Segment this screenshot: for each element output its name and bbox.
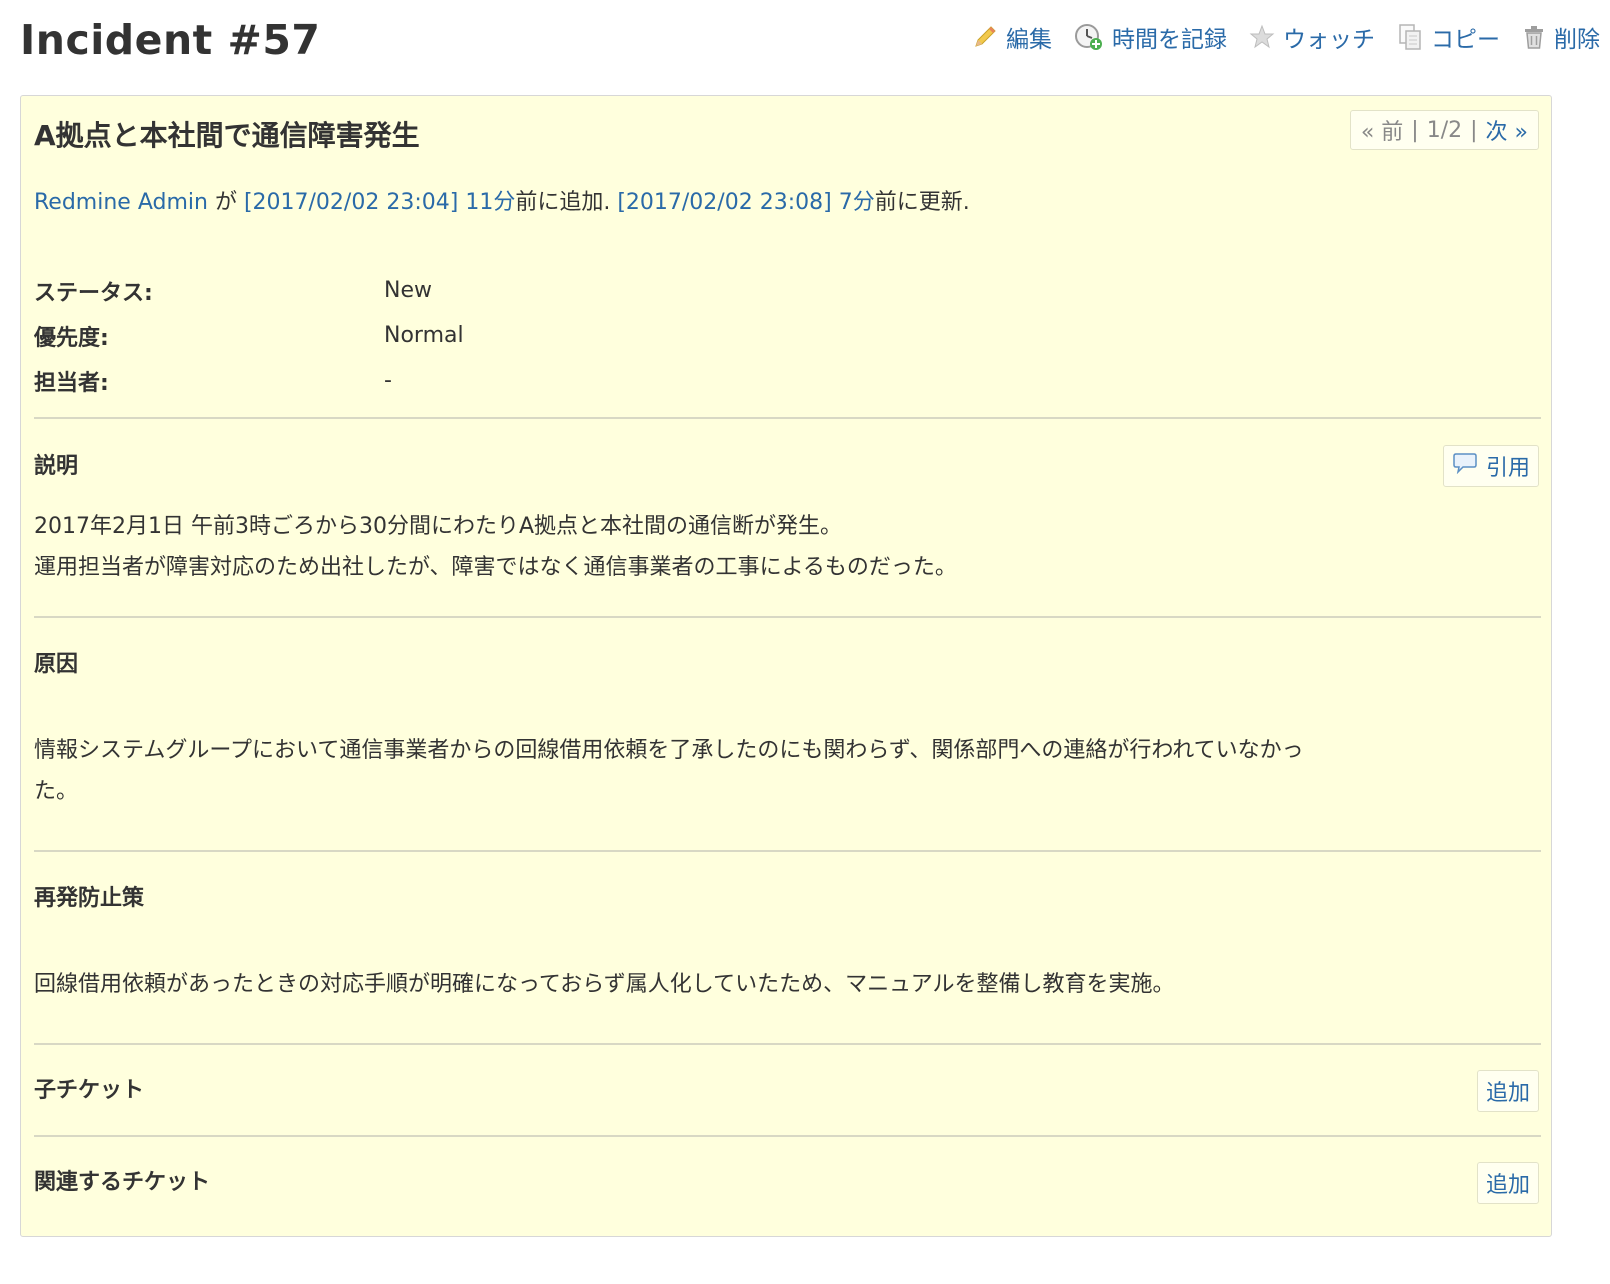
status-label: ステータス: bbox=[34, 280, 153, 306]
created-at-link[interactable]: [2017/02/02 23:04] bbox=[244, 190, 458, 215]
trash-icon bbox=[1522, 24, 1546, 50]
issue-author-line: Redmine Admin が [2017/02/02 23:04] 11分前に… bbox=[34, 184, 970, 216]
nav-position: 1/2 bbox=[1426, 117, 1463, 143]
add-subtask-button[interactable]: 追加 bbox=[1476, 1070, 1539, 1112]
page-title: Incident #57 bbox=[20, 16, 321, 64]
issue-attributes: ステータス: New 優先度: Normal 担当者: - bbox=[34, 268, 464, 403]
prev-next-nav: « 前 | 1/2 | 次 » bbox=[1349, 110, 1539, 150]
add-subtask-label: 追加 bbox=[1485, 1081, 1530, 1106]
created-ago-link[interactable]: 11分 bbox=[465, 190, 515, 215]
copy-button[interactable]: コピー bbox=[1397, 20, 1500, 54]
issue-subject: A拠点と本社間で通信障害発生 bbox=[34, 119, 420, 152]
delete-button[interactable]: 削除 bbox=[1522, 20, 1600, 54]
author-link[interactable]: Redmine Admin bbox=[34, 190, 208, 215]
add-relation-label: 追加 bbox=[1485, 1173, 1530, 1198]
description-line: 2017年2月1日 午前3時ごろから30分間にわたりA拠点と本社間の通信断が発生… bbox=[34, 514, 843, 539]
add-relation-button[interactable]: 追加 bbox=[1476, 1162, 1539, 1204]
assignee-label: 担当者: bbox=[34, 370, 109, 396]
status-value: New bbox=[384, 278, 432, 303]
log-time-label: 時間を記録 bbox=[1112, 27, 1227, 53]
divider bbox=[34, 417, 1541, 419]
page-header: Incident #57 編集 時間を記録 ウォッチ コピー 削除 bbox=[20, 10, 1600, 74]
edit-label: 編集 bbox=[1006, 27, 1052, 53]
speech-bubble-icon bbox=[1452, 452, 1478, 480]
priority-label: 優先度: bbox=[34, 325, 109, 351]
prevention-line: 回線借用依頼があったときの対応手順が明確になっておらず属人化していたため、マニュ… bbox=[34, 972, 1175, 997]
updated-ago-link[interactable]: 7分 bbox=[839, 190, 875, 215]
divider bbox=[34, 850, 1541, 852]
description-text: 2017年2月1日 午前3時ごろから30分間にわたりA拠点と本社間の通信断が発生… bbox=[34, 506, 1514, 588]
relations-title: 関連するチケット bbox=[34, 1170, 211, 1195]
attribute-row-priority: 優先度: Normal bbox=[34, 313, 464, 358]
watch-label: ウォッチ bbox=[1283, 27, 1375, 53]
copy-icon bbox=[1397, 23, 1423, 51]
quote-label: 引用 bbox=[1485, 456, 1530, 481]
copy-label: コピー bbox=[1431, 27, 1500, 53]
priority-value: Normal bbox=[384, 323, 464, 348]
prevention-title: 再発防止策 bbox=[34, 886, 145, 911]
prevention-text: 回線借用依頼があったときの対応手順が明確になっておらず属人化していたため、マニュ… bbox=[34, 964, 1514, 1005]
description-line: 運用担当者が障害対応のため出社したが、障害ではなく通信事業者の工事によるものだっ… bbox=[34, 555, 957, 580]
contextual-actions: 編集 時間を記録 ウォッチ コピー 削除 bbox=[972, 20, 1600, 54]
nav-separator: | bbox=[1411, 117, 1419, 143]
attribute-row-status: ステータス: New bbox=[34, 268, 464, 313]
clock-add-icon bbox=[1074, 23, 1104, 51]
pencil-icon bbox=[972, 24, 998, 50]
added-suffix: 前に追加. bbox=[515, 190, 611, 215]
star-icon bbox=[1249, 24, 1275, 50]
description-title: 説明 bbox=[34, 454, 79, 479]
issue-panel: « 前 | 1/2 | 次 » A拠点と本社間で通信障害発生 Redmine A… bbox=[20, 95, 1552, 1237]
cause-title: 原因 bbox=[34, 652, 79, 677]
cause-line: た。 bbox=[34, 779, 79, 804]
watch-button[interactable]: ウォッチ bbox=[1249, 20, 1375, 54]
updated-at-link[interactable]: [2017/02/02 23:08] bbox=[617, 190, 831, 215]
divider bbox=[34, 1135, 1541, 1137]
cause-text: 情報システムグループにおいて通信事業者からの回線借用依頼を了承したのにも関わらず… bbox=[34, 730, 1514, 812]
assignee-value: - bbox=[384, 368, 392, 393]
author-by: が bbox=[214, 190, 237, 215]
divider bbox=[34, 616, 1541, 618]
delete-label: 削除 bbox=[1554, 27, 1600, 53]
subtasks-title: 子チケット bbox=[34, 1078, 145, 1103]
log-time-button[interactable]: 時間を記録 bbox=[1074, 20, 1227, 54]
prev-link[interactable]: « 前 bbox=[1361, 114, 1403, 146]
nav-separator: | bbox=[1470, 117, 1478, 143]
divider bbox=[34, 1043, 1541, 1045]
edit-button[interactable]: 編集 bbox=[972, 20, 1052, 54]
quote-button[interactable]: 引用 bbox=[1442, 445, 1539, 487]
attribute-row-assignee: 担当者: - bbox=[34, 358, 464, 403]
cause-line: 情報システムグループにおいて通信事業者からの回線借用依頼を了承したのにも関わらず… bbox=[34, 738, 1304, 763]
updated-suffix: 前に更新. bbox=[874, 190, 970, 215]
next-link[interactable]: 次 » bbox=[1486, 114, 1528, 146]
